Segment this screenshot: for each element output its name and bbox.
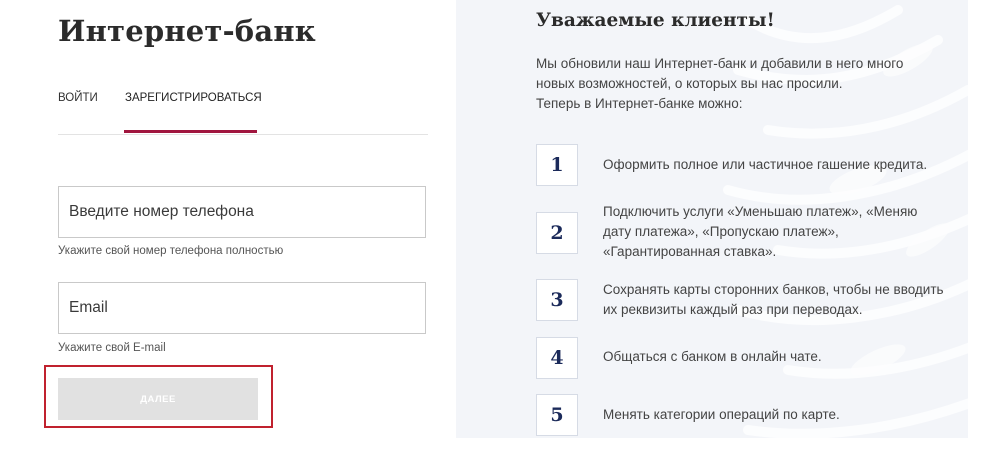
notice-title: Уважаемые клиенты! <box>536 10 775 31</box>
page-title: Интернет-банк <box>58 14 316 48</box>
email-field[interactable] <box>58 282 426 334</box>
feature-line: «Гарантированная ставка». <box>603 244 777 259</box>
feature-text: Подключить услуги «Уменьшаю платеж», «Ме… <box>603 202 973 262</box>
feature-line: дату платежа», «Пропускаю платеж», <box>603 224 839 239</box>
feature-text: Менять категории операций по карте. <box>603 405 973 425</box>
email-input[interactable] <box>59 283 425 333</box>
intro-line: Теперь в Интернет-банке можно: <box>536 96 743 111</box>
tabs-divider <box>58 134 428 135</box>
feature-text: Сохранять карты сторонних банков, чтобы … <box>603 280 973 320</box>
feature-number: 2 <box>536 212 578 254</box>
login-panel: Интернет-банк ВОЙТИ ЗАРЕГИСТРИРОВАТЬСЯ У… <box>0 0 456 450</box>
feature-line: Менять категории операций по карте. <box>603 407 840 422</box>
phone-input[interactable] <box>59 187 425 237</box>
feature-line: Подключить услуги «Уменьшаю платеж», «Ме… <box>603 204 918 219</box>
phone-field[interactable] <box>58 186 426 238</box>
feature-number: 3 <box>536 279 578 321</box>
active-tab-indicator <box>124 130 257 133</box>
email-hint: Укажите свой E-mail <box>58 342 166 354</box>
notice-intro: Мы обновили наш Интернет-банк и добавили… <box>536 54 956 114</box>
feature-line: их реквизиты каждый раз при переводах. <box>603 302 863 317</box>
feature-text: Общаться с банком в онлайн чате. <box>603 347 973 367</box>
feature-number: 4 <box>536 337 578 379</box>
feature-line: Сохранять карты сторонних банков, чтобы … <box>603 282 944 297</box>
intro-line: Мы обновили наш Интернет-банк и добавили… <box>536 56 904 71</box>
tab-login[interactable]: ВОЙТИ <box>58 92 98 104</box>
feature-line: Общаться с банком в онлайн чате. <box>603 349 822 364</box>
phone-hint: Укажите свой номер телефона полностью <box>58 245 284 257</box>
feature-line: Оформить полное или частичное гашение кр… <box>603 157 928 172</box>
tab-register[interactable]: ЗАРЕГИСТРИРОВАТЬСЯ <box>125 92 262 104</box>
feature-text: Оформить полное или частичное гашение кр… <box>603 155 973 175</box>
feature-number: 1 <box>536 144 578 186</box>
next-button[interactable]: ДАЛЕЕ <box>58 378 258 420</box>
intro-line: новых возможностей, о которых вы нас про… <box>536 76 843 91</box>
feature-number: 5 <box>536 394 578 436</box>
